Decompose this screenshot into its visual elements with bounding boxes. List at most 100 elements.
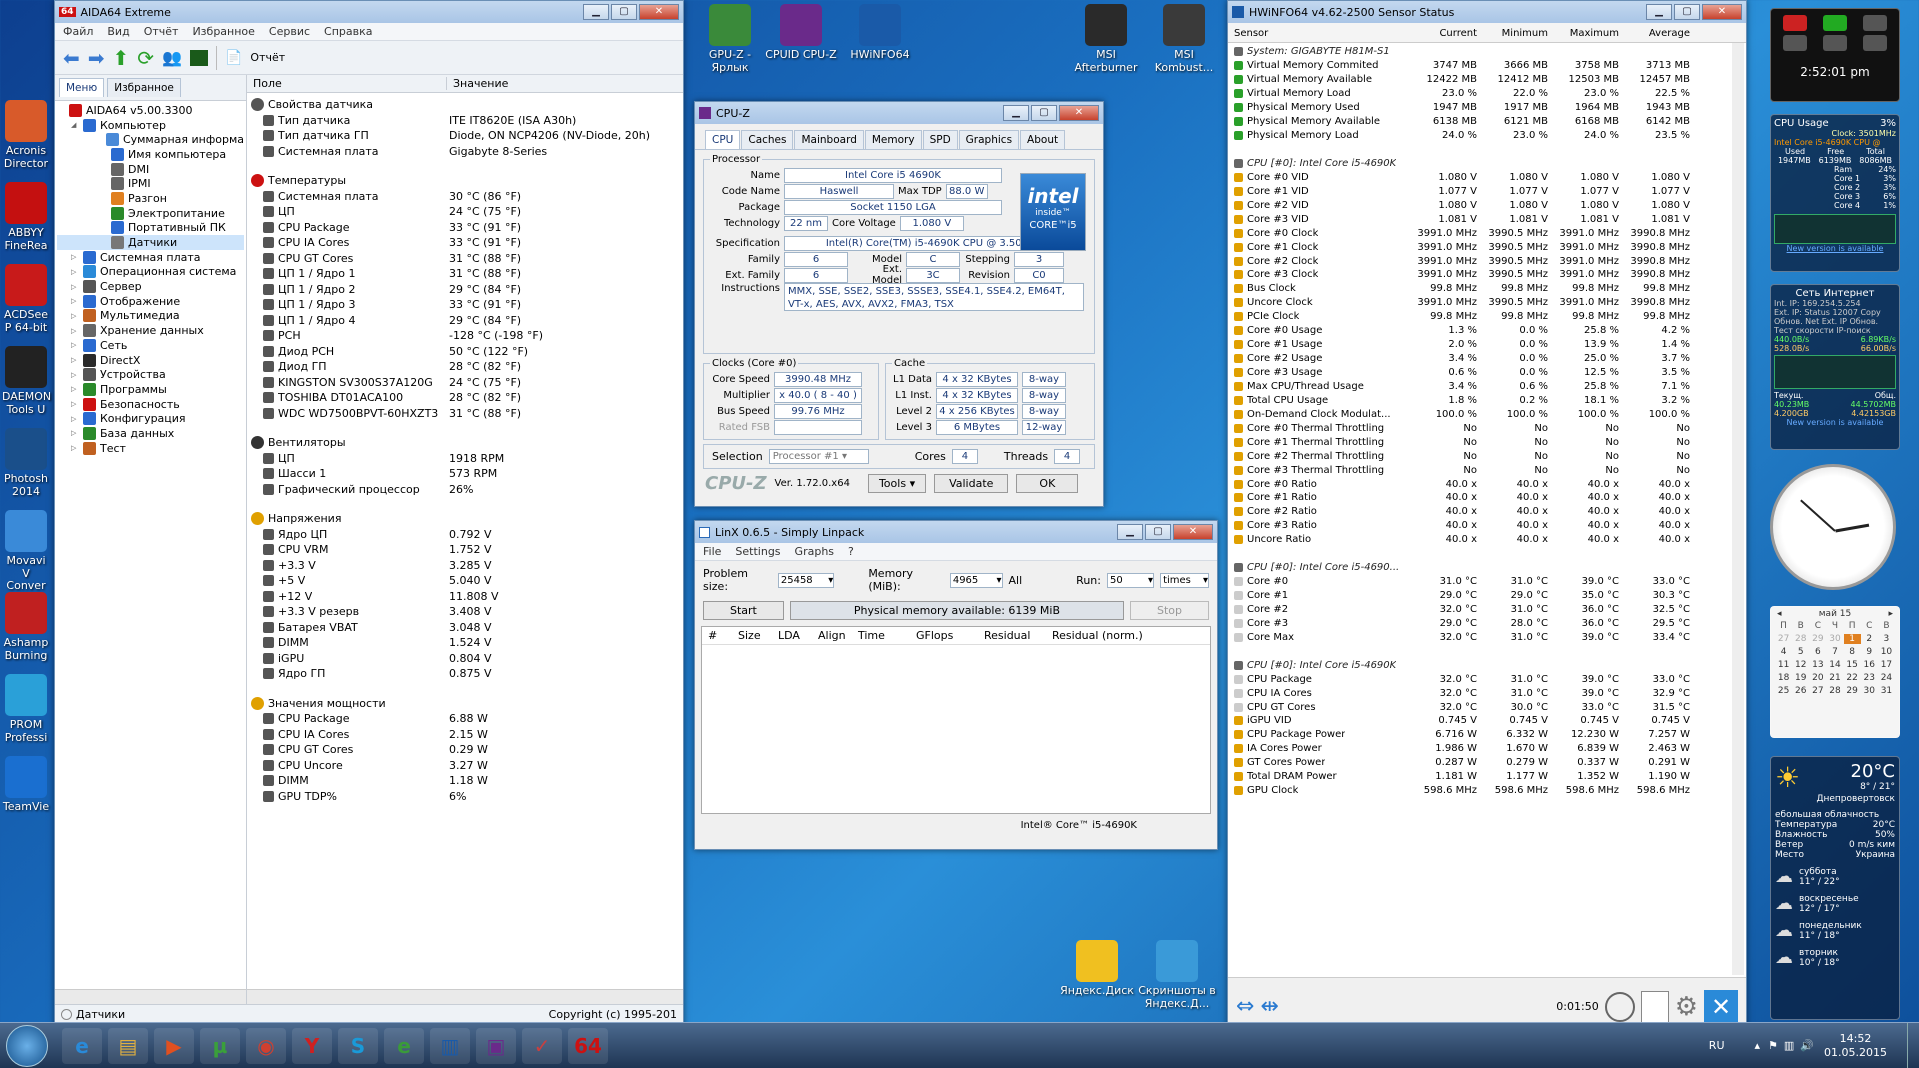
tree-item-программы[interactable]: ▷ Программы	[57, 382, 244, 397]
prev-month-icon[interactable]: ◂	[1777, 609, 1782, 619]
sensor-row[interactable]: Core #0 VID 1.080 V 1.080 V 1.080 V 1.080 V	[1234, 170, 1734, 184]
tree-item-directx[interactable]: ▷ DirectX	[57, 353, 244, 368]
desktop-icon[interactable]: Ashamp Burning	[2, 592, 50, 662]
sensor-row[interactable]: Диод ГП 28 °C (82 °F)	[251, 359, 683, 375]
tree-item-системная-плата[interactable]: ▷ Системная плата	[57, 250, 244, 265]
media-player-icon[interactable]: ▶	[154, 1027, 194, 1064]
sensor-row[interactable]: GT Cores Power 0.287 W 0.279 W 0.337 W 0.291…	[1234, 756, 1734, 770]
new-version-link[interactable]: New version is available	[1774, 244, 1896, 253]
calendar-day[interactable]: 30	[1826, 634, 1843, 644]
sensor-row[interactable]: Core #2 Ratio 40.0 x 40.0 x 40.0 x 40.0 x	[1234, 505, 1734, 519]
expander-icon[interactable]: ▷	[71, 327, 79, 335]
yandex-browser-icon[interactable]: Y	[292, 1027, 332, 1064]
sensor-row[interactable]: PCH -128 °C (-198 °F)	[251, 328, 683, 344]
sensor-row[interactable]: Core #1 Thermal Throttling No No No No	[1234, 435, 1734, 449]
sensor-row[interactable]: CPU GT Cores 31 °C (88 °F)	[251, 251, 683, 267]
calendar-day[interactable]: 10	[1878, 647, 1895, 657]
col-field-header[interactable]: Поле	[247, 77, 447, 90]
sensor-row[interactable]: WDC WD7500BPVT-60HXZT3 31 °C (88 °F)	[251, 406, 683, 422]
sensor-row[interactable]: Батарея VBAT 3.048 V	[251, 620, 683, 636]
tree-item-база-данных[interactable]: ▷ База данных	[57, 426, 244, 441]
next-month-icon[interactable]: ▸	[1888, 609, 1893, 619]
calendar-day[interactable]: 17	[1878, 660, 1895, 670]
column-header-maximum[interactable]: Maximum	[1551, 28, 1622, 39]
sensor-row[interactable]: Max CPU/Thread Usage 3.4 % 0.6 % 25.8 % 7.1 …	[1234, 380, 1734, 394]
tree-item-имя-компьютера[interactable]: Имя компьютера	[57, 147, 244, 162]
tree-item-хранение-данных[interactable]: ▷ Хранение данных	[57, 323, 244, 338]
tree-item-устройства[interactable]: ▷ Устройства	[57, 367, 244, 382]
taskbar-time[interactable]: 14:52	[1824, 1032, 1887, 1046]
sensor-row[interactable]: Диод PCH 50 °C (122 °F)	[251, 344, 683, 360]
desktop-icon[interactable]: TeamVie	[2, 756, 50, 814]
sensor-row[interactable]: DIMM 1.524 V	[251, 635, 683, 651]
sensor-row[interactable]: Ядро ЦП 0.792 V	[251, 527, 683, 543]
expander-icon[interactable]: ▷	[71, 400, 79, 408]
sensor-row[interactable]: iGPU VID 0.745 V 0.745 V 0.745 V 0.745 V	[1234, 714, 1734, 728]
explorer-folder-icon[interactable]: ▤	[108, 1027, 148, 1064]
column-header-current[interactable]: Current	[1409, 28, 1480, 39]
sensor-row[interactable]: CPU Package 32.0 °C 31.0 °C 39.0 °C 33.0 °C	[1234, 672, 1734, 686]
tree-item-разгон[interactable]: Разгон	[57, 191, 244, 206]
sensor-group-row[interactable]: CPU [#0]: Intel Core i5-4690K	[1234, 658, 1734, 672]
calendar-day[interactable]: 27	[1809, 686, 1826, 696]
sensor-row[interactable]: IA Cores Power 1.986 W 1.670 W 6.839 W 2.463…	[1234, 742, 1734, 756]
net-new-version-link[interactable]: New version is available	[1774, 418, 1896, 427]
tree-item-тест[interactable]: ▷ Тест	[57, 441, 244, 456]
column-header-minimum[interactable]: Minimum	[1480, 28, 1551, 39]
utorrent-icon[interactable]: µ	[200, 1027, 240, 1064]
desktop-icon[interactable]: ABBYY FineRea	[2, 182, 50, 252]
sensor-row[interactable]: Core #1 VID 1.077 V 1.077 V 1.077 V 1.077 V	[1234, 184, 1734, 198]
sensor-row[interactable]: CPU GT Cores 32.0 °C 30.0 °C 33.0 °C 31.5 °C	[1234, 700, 1734, 714]
language-indicator[interactable]: RU	[1709, 1039, 1725, 1052]
menu-item-файл[interactable]: Файл	[63, 25, 93, 38]
calendar-day[interactable]: 16	[1861, 660, 1878, 670]
sensor-row[interactable]: Шасси 1 573 RPM	[251, 466, 683, 482]
clock-icon[interactable]	[1604, 991, 1635, 1022]
tree-item-датчики[interactable]: Датчики	[57, 235, 244, 250]
calendar-day[interactable]: 25	[1775, 686, 1792, 696]
calendar-day[interactable]: 29	[1809, 634, 1826, 644]
calendar-day[interactable]: 11	[1775, 660, 1792, 670]
sensor-row[interactable]: Uncore Clock 3991.0 MHz 3990.5 MHz 3991.0 M…	[1234, 296, 1734, 310]
expander-icon[interactable]: ▷	[71, 415, 79, 423]
tab-memory[interactable]: Memory	[864, 130, 922, 149]
desktop-icon[interactable]: Скриншоты в Яндекс.Д...	[1138, 940, 1216, 1010]
logoff-icon[interactable]	[1783, 35, 1807, 51]
sensor-row[interactable]: Total CPU Usage 1.8 % 0.2 % 18.1 % 3.2 %	[1234, 393, 1734, 407]
sensor-row[interactable]: PCIe Clock 99.8 MHz 99.8 MHz 99.8 MHz 99.8 M…	[1234, 310, 1734, 324]
desktop-icon[interactable]: ACDSee P 64-bit	[2, 264, 50, 334]
column-header-sensor[interactable]: Sensor	[1234, 28, 1409, 39]
calendar-day[interactable]: 19	[1792, 673, 1809, 683]
sensor-row[interactable]: ЦП 1 / Ядро 3 33 °C (91 °F)	[251, 297, 683, 313]
sensor-row[interactable]: GPU TDP% 6%	[251, 789, 683, 805]
sensor-row[interactable]: CPU Package 33 °C (91 °F)	[251, 220, 683, 236]
aida64-taskbar-icon[interactable]: 64	[568, 1027, 608, 1064]
menu-item-избранное[interactable]: Избранное	[192, 25, 254, 38]
sensor-row[interactable]: Virtual Memory Commited 3747 MB 3666 MB 375…	[1234, 59, 1734, 73]
minimize-button[interactable]: ▁	[1003, 105, 1029, 121]
menu-item-сервис[interactable]: Сервис	[269, 25, 310, 38]
calendar-day[interactable]: 21	[1826, 673, 1843, 683]
sensor-row[interactable]: Core #3 Usage 0.6 % 0.0 % 12.5 % 3.5 %	[1234, 366, 1734, 380]
sensor-group-row[interactable]: System: GIGABYTE H81M-S1	[1234, 45, 1734, 59]
start-button[interactable]	[6, 1024, 48, 1067]
tree-hscrollbar[interactable]	[55, 989, 246, 1004]
calendar-day[interactable]: 22	[1844, 673, 1861, 683]
sensor-row[interactable]: On-Demand Clock Modulat... 100.0 % 100.0 %…	[1234, 407, 1734, 421]
calendar-day[interactable]: 26	[1792, 686, 1809, 696]
sensor-row[interactable]: Uncore Ratio 40.0 x 40.0 x 40.0 x 40.0 x	[1234, 533, 1734, 547]
users-icon[interactable]: 👥	[162, 48, 182, 67]
sensor-row[interactable]: CPU IA Cores 32.0 °C 31.0 °C 39.0 °C 32.9 °C	[1234, 686, 1734, 700]
sensor-row[interactable]: CPU Uncore 3.27 W	[251, 758, 683, 774]
calendar-day[interactable]: 1	[1843, 634, 1861, 644]
back-arrow-icon[interactable]: ⬅	[63, 46, 80, 70]
sensor-row[interactable]: Core #1 Clock 3991.0 MHz 3990.5 MHz 3991.0 …	[1234, 240, 1734, 254]
sensor-row[interactable]: +3.3 V 3.285 V	[251, 558, 683, 574]
calendar-day[interactable]: 28	[1826, 686, 1843, 696]
arrows-expand-icon[interactable]: ⇹	[1260, 994, 1278, 1019]
tree-item-портативный-пк[interactable]: Портативный ПК	[57, 221, 244, 236]
menu-item-вид[interactable]: Вид	[107, 25, 129, 38]
flag-icon[interactable]: ⚑	[1768, 1039, 1778, 1052]
tree-item-ipmi[interactable]: IPMI	[57, 176, 244, 191]
sensor-row[interactable]: ЦП 1 / Ядро 1 31 °C (88 °F)	[251, 266, 683, 282]
